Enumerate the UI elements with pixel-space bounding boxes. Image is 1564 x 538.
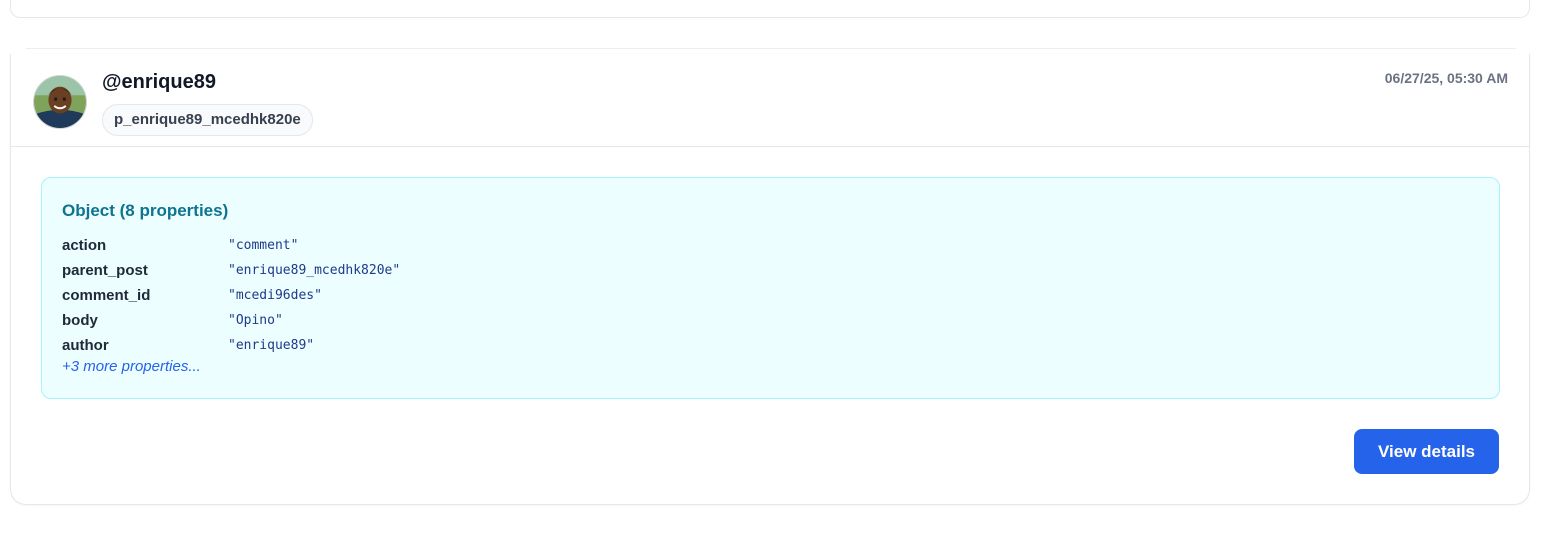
card-header: @enrique89 p_enrique89_mcedhk820e 06/27/…: [11, 54, 1529, 147]
property-key: comment_id: [62, 287, 151, 304]
username[interactable]: @enrique89: [102, 71, 216, 94]
property-value: "mcedi96des": [228, 288, 322, 303]
property-key: parent_post: [62, 262, 148, 279]
timestamp: 06/27/25, 05:30 AM: [1384, 70, 1508, 86]
divider: [26, 48, 1516, 49]
property-value: "comment": [228, 238, 299, 253]
property-value: "enrique89_mcedhk820e": [228, 263, 401, 278]
property-key: body: [62, 312, 98, 329]
property-row: comment_id "mcedi96des": [62, 283, 400, 308]
post-id-badge[interactable]: p_enrique89_mcedhk820e: [102, 104, 313, 136]
property-row: parent_post "enrique89_mcedhk820e": [62, 258, 400, 283]
property-value: "enrique89": [228, 338, 315, 353]
activity-card: @enrique89 p_enrique89_mcedhk820e 06/27/…: [10, 54, 1530, 505]
property-row: body "Opino": [62, 308, 400, 333]
user-avatar-icon: [34, 76, 86, 128]
previous-card: [10, 0, 1530, 18]
property-row: author "enrique89": [62, 333, 400, 358]
property-row: action "comment": [62, 233, 400, 258]
object-title: Object (8 properties): [62, 201, 229, 220]
object-preview: Object (8 properties) action "comment" p…: [41, 177, 1500, 399]
property-key: author: [62, 337, 109, 354]
more-properties-link[interactable]: +3 more properties...: [62, 358, 201, 375]
view-details-button[interactable]: View details: [1354, 429, 1499, 474]
avatar[interactable]: [33, 75, 87, 129]
property-list: action "comment" parent_post "enrique89_…: [62, 233, 400, 358]
property-key: action: [62, 237, 107, 254]
property-value: "Opino": [228, 313, 283, 328]
